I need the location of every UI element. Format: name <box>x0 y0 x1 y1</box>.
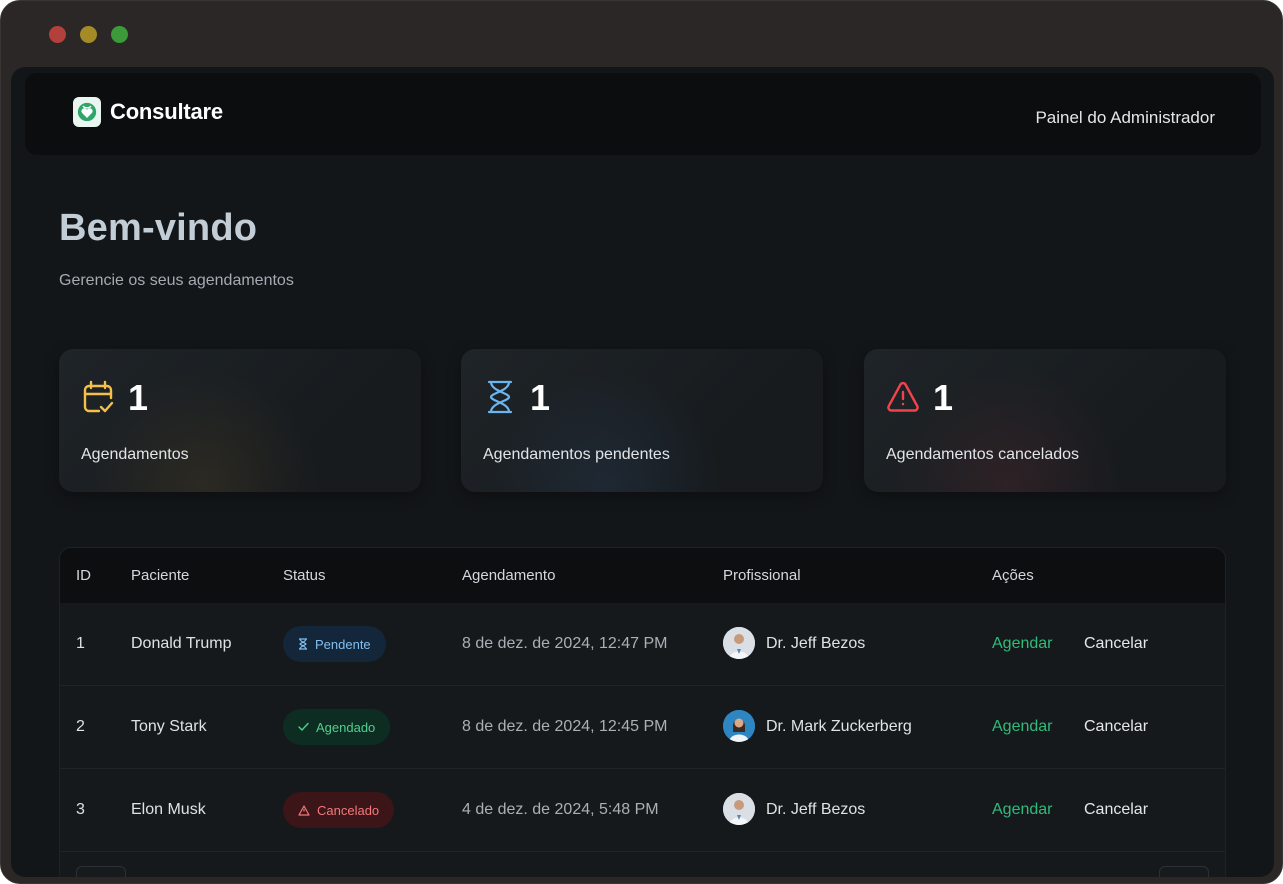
stat-label: Agendamentos <box>81 446 189 463</box>
appointments-table: ID Paciente Status Agendamento Profissio… <box>59 547 1226 877</box>
column-header-patient: Paciente <box>131 567 190 584</box>
appointment-date: 8 de dez. de 2024, 12:45 PM <box>462 718 668 735</box>
admin-panel-link[interactable]: Painel do Administrador <box>1035 108 1215 128</box>
column-header-id: ID <box>76 567 91 584</box>
professional-name: Dr. Jeff Bezos <box>766 801 866 818</box>
table-row: 3 Elon Musk Cancelado 4 de dez. de 2024,… <box>60 769 1225 852</box>
appointment-date: 8 de dez. de 2024, 12:47 PM <box>462 635 668 652</box>
stat-label: Agendamentos pendentes <box>483 446 670 463</box>
column-header-actions: Ações <box>992 567 1034 584</box>
status-badge: Pendente <box>283 626 386 662</box>
status-badge: Cancelado <box>283 792 395 828</box>
table-row: 2 Tony Stark Agendado 8 de dez. de 2024,… <box>60 686 1225 769</box>
hourglass-icon <box>299 638 307 650</box>
cancel-button[interactable]: Cancelar <box>1084 635 1148 653</box>
column-header-status: Status <box>283 567 326 584</box>
alert-triangle-icon <box>298 804 310 816</box>
close-window-button[interactable] <box>49 26 66 43</box>
minimize-window-button[interactable] <box>80 26 97 43</box>
status-text: Pendente <box>315 636 371 652</box>
brand-name: Consultare <box>110 99 223 124</box>
stat-card-scheduled: 1 Agendamentos <box>59 349 421 492</box>
stat-card-cancelled: 1 Agendamentos cancelados <box>864 349 1226 492</box>
stat-count: 1 <box>530 377 551 418</box>
schedule-button[interactable]: Agendar <box>992 801 1053 819</box>
consultare-logo-icon <box>73 97 101 127</box>
brand-logo[interactable]: Consultare <box>73 97 223 127</box>
row-id: 3 <box>76 801 85 818</box>
doctor-avatar <box>723 627 755 659</box>
app-window: Consultare Painel do Administrador Bem-v… <box>0 0 1283 884</box>
appointment-date: 4 de dez. de 2024, 5:48 PM <box>462 801 659 818</box>
status-text: Agendado <box>316 719 376 735</box>
row-id: 2 <box>76 718 85 735</box>
next-page-button[interactable] <box>1159 866 1209 877</box>
column-header-appointment: Agendamento <box>462 567 556 584</box>
previous-page-button[interactable] <box>76 866 126 877</box>
professional-name: Dr. Mark Zuckerberg <box>766 718 912 735</box>
stat-count: 1 <box>128 377 149 418</box>
status-text: Cancelado <box>317 802 380 818</box>
patient-name: Donald Trump <box>131 635 232 652</box>
page-title: Bem-vindo <box>59 207 258 249</box>
column-header-professional: Profissional <box>723 567 801 584</box>
check-icon <box>298 722 309 732</box>
cancel-button[interactable]: Cancelar <box>1084 801 1148 819</box>
app-screen: Consultare Painel do Administrador Bem-v… <box>11 67 1274 877</box>
doctor-avatar <box>723 710 755 742</box>
alert-triangle-icon <box>887 381 919 412</box>
hourglass-icon <box>487 380 513 414</box>
stat-card-pending: 1 Agendamentos pendentes <box>461 349 823 492</box>
patient-name: Tony Stark <box>131 718 207 735</box>
status-badge: Agendado <box>283 709 391 745</box>
window-controls <box>49 26 128 43</box>
professional-name: Dr. Jeff Bezos <box>766 635 866 652</box>
schedule-button[interactable]: Agendar <box>992 718 1053 736</box>
doctor-avatar <box>723 793 755 825</box>
table-row: 1 Donald Trump Pendente 8 de dez. de 202… <box>60 603 1225 686</box>
page-subtitle: Gerencie os seus agendamentos <box>59 272 294 289</box>
schedule-button[interactable]: Agendar <box>992 635 1053 653</box>
stat-label: Agendamentos cancelados <box>886 446 1080 463</box>
patient-name: Elon Musk <box>131 801 206 818</box>
row-id: 1 <box>76 635 85 652</box>
top-navigation: Consultare Painel do Administrador <box>25 73 1261 155</box>
table-header: ID Paciente Status Agendamento Profissio… <box>60 548 1225 603</box>
maximize-window-button[interactable] <box>111 26 128 43</box>
stat-count: 1 <box>933 377 954 418</box>
calendar-check-icon <box>83 380 114 413</box>
cancel-button[interactable]: Cancelar <box>1084 718 1148 736</box>
